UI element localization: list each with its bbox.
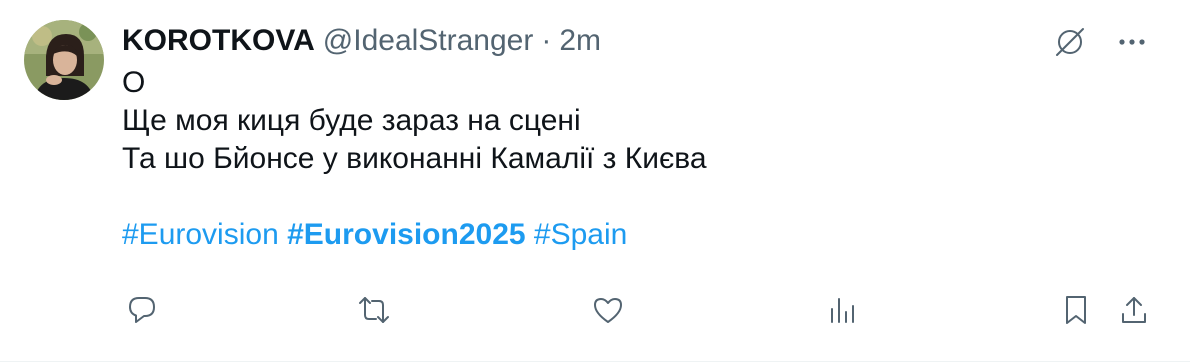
bookmark-button[interactable] xyxy=(1056,290,1096,330)
handle[interactable]: @IdealStranger xyxy=(323,24,534,58)
tweet-text-line: Ще моя киця буде зараз на сцені xyxy=(122,104,581,137)
tweet-text-line: О xyxy=(122,66,146,99)
reply-icon xyxy=(129,297,155,323)
hashtag-link[interactable]: #Eurovision xyxy=(122,218,279,251)
views-icon xyxy=(831,298,854,323)
hashtag-row: #Eurovision #Eurovision2025 #Spain xyxy=(122,216,1122,254)
hashtag-link[interactable]: #Spain xyxy=(534,218,627,251)
like-icon xyxy=(594,298,622,323)
share-button[interactable] xyxy=(1114,290,1154,330)
avatar[interactable] xyxy=(24,20,104,100)
tweet-top-actions xyxy=(1050,22,1152,62)
display-name[interactable]: KOROTKOVA xyxy=(122,24,315,58)
bookmark-icon xyxy=(1066,296,1086,324)
avatar-photo xyxy=(24,20,104,100)
views-button[interactable] xyxy=(822,290,862,330)
separator-dot: · xyxy=(541,24,552,57)
retweet-button[interactable] xyxy=(354,290,394,330)
hashtag-link[interactable]: #Eurovision2025 xyxy=(287,218,525,251)
tweet-text: О Ще моя киця буде зараз на сцені Та шо … xyxy=(122,64,1122,254)
more-dots-icon[interactable] xyxy=(1112,22,1152,62)
tweet-actions xyxy=(122,290,1162,330)
grok-slash-icon[interactable] xyxy=(1050,22,1090,62)
like-button[interactable] xyxy=(588,290,628,330)
tweet-header: KOROTKOVA @IdealStranger · 2m xyxy=(122,24,601,58)
reply-button[interactable] xyxy=(122,290,162,330)
tweet-card[interactable]: KOROTKOVA @IdealStranger · 2m О Ще моя к… xyxy=(0,0,1190,362)
share-icon xyxy=(1122,297,1146,323)
tweet-text-line: Та шо Бйонсе у виконанні Камалії з Києва xyxy=(122,142,707,175)
retweet-icon xyxy=(359,297,389,323)
timestamp[interactable]: 2m xyxy=(559,24,601,58)
